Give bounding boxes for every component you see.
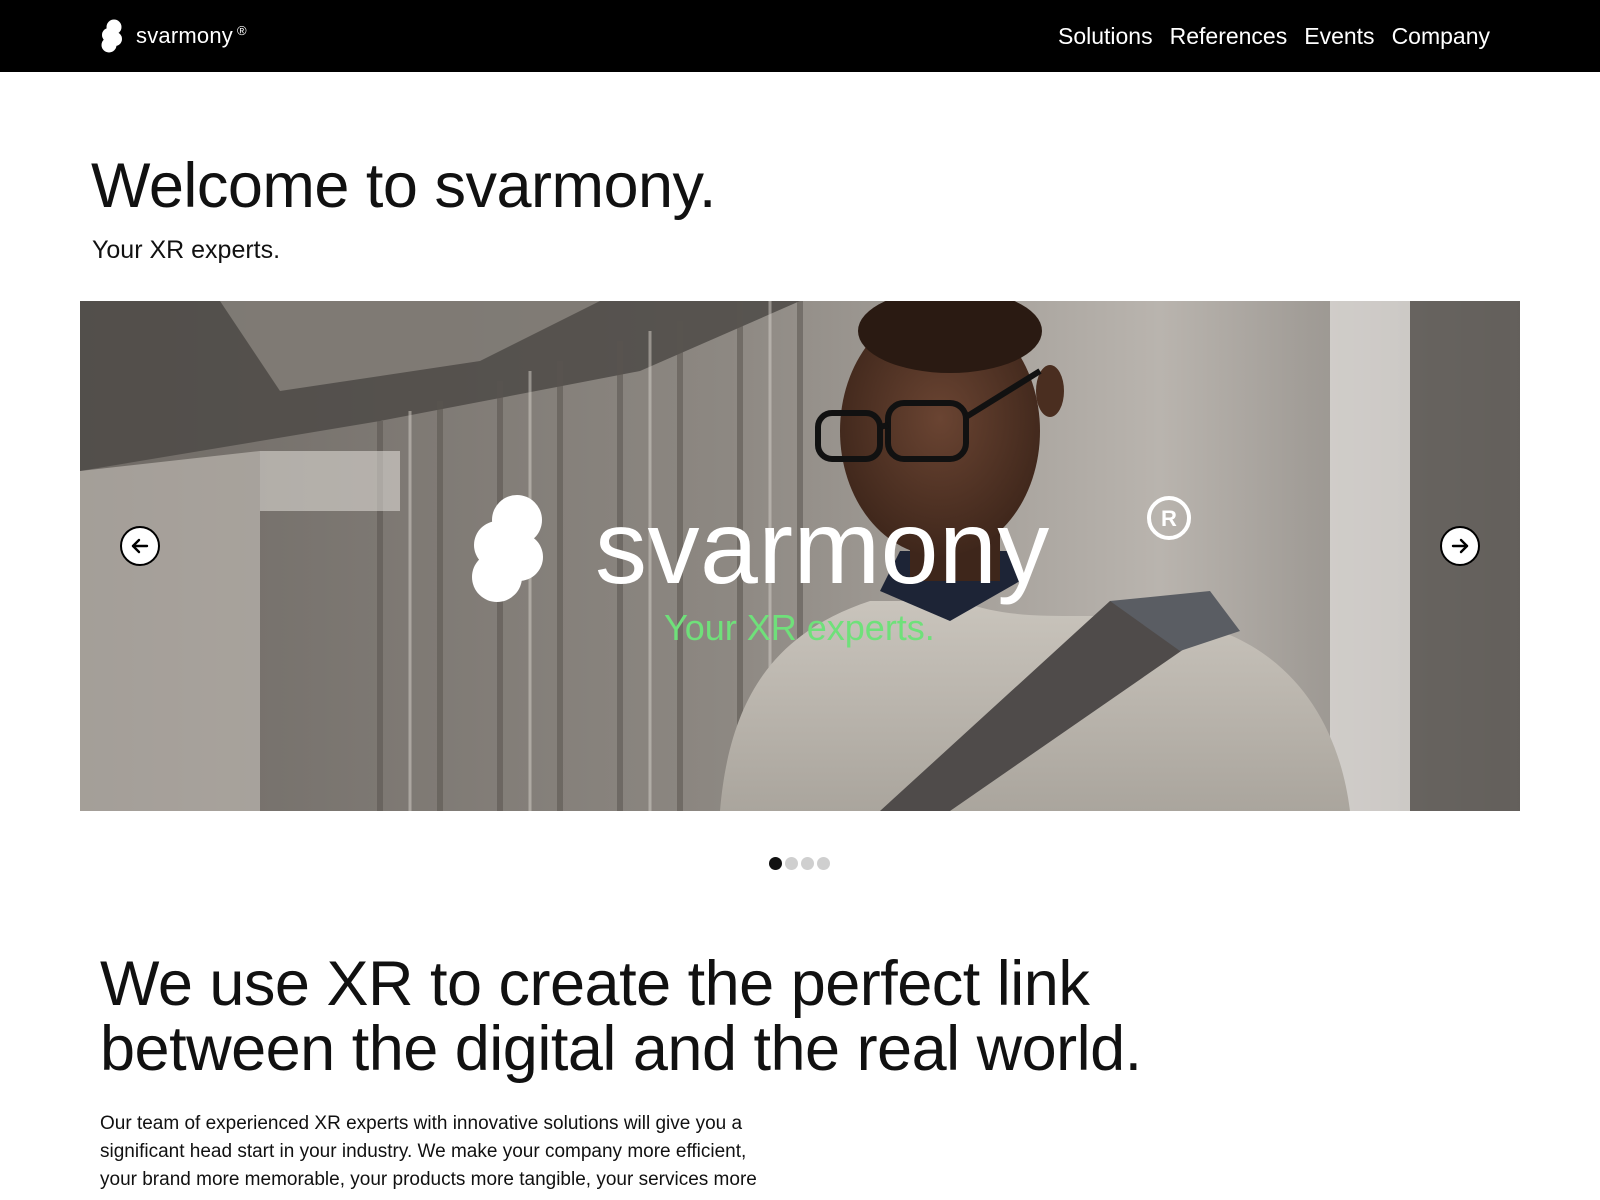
page-title: Welcome to svarmony.: [91, 151, 716, 221]
arrow-left-icon: [131, 538, 149, 554]
svg-text:R: R: [1161, 506, 1177, 531]
nav-item-references[interactable]: References: [1170, 23, 1288, 50]
page-subtitle: Your XR experts.: [92, 236, 281, 264]
slide-brand-lockup: svarmony: [465, 493, 1050, 603]
carousel-dot-1[interactable]: [769, 857, 782, 870]
carousel-dot-2[interactable]: [785, 857, 798, 870]
registered-mark: ®: [236, 22, 247, 38]
registered-mark-icon: R: [1147, 496, 1191, 540]
nav-item-solutions[interactable]: Solutions: [1058, 23, 1153, 50]
hero-carousel: svarmony R Your XR experts.: [80, 301, 1520, 811]
nav-item-events[interactable]: Events: [1304, 23, 1374, 50]
carousel-dot-4[interactable]: [817, 857, 830, 870]
nav-item-company[interactable]: Company: [1392, 23, 1490, 50]
section-heading: We use XR to create the perfect link bet…: [100, 949, 1142, 1084]
svarmony-logo-icon: [472, 495, 543, 602]
slide-tagline: Your XR experts.: [664, 607, 935, 648]
carousel-prev-button[interactable]: [120, 526, 160, 566]
brand-logo-link[interactable]: svarmony ®: [100, 18, 247, 54]
section-body-text: Our team of experienced XR experts with …: [100, 1113, 757, 1190]
carousel-dot-3[interactable]: [801, 857, 814, 870]
arrow-right-icon: [1451, 538, 1469, 554]
top-navigation-bar: svarmony ® Solutions References Events C…: [0, 0, 1600, 72]
brand-name: svarmony: [136, 23, 233, 48]
carousel-next-button[interactable]: [1440, 526, 1480, 566]
carousel-pagination: [769, 857, 830, 870]
slide-brand-name: svarmony: [595, 490, 1050, 606]
main-nav: Solutions References Events Company: [1058, 0, 1490, 72]
svarmony-logo-icon: [101, 19, 122, 53]
